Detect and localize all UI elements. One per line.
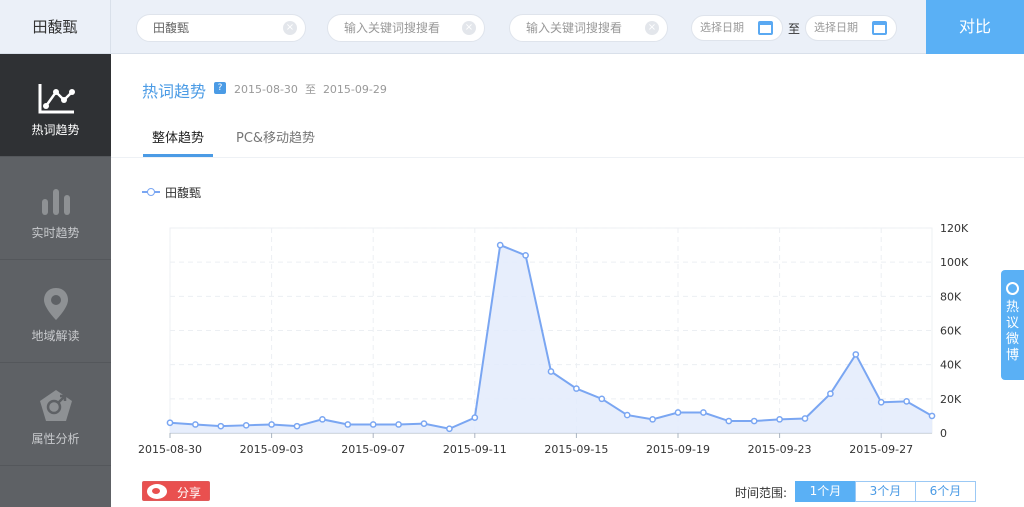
data-point	[293, 422, 301, 430]
y-tick-label: 100K	[940, 256, 969, 269]
data-point	[801, 415, 809, 422]
data-point	[928, 412, 936, 420]
data-point	[395, 421, 402, 428]
data-point	[471, 414, 479, 421]
y-tick-label: 0	[940, 427, 947, 440]
data-point	[446, 425, 453, 433]
time-range-label: 时间范围:	[735, 486, 788, 500]
data-point	[598, 395, 606, 403]
x-tick-label: 2015-09-07	[341, 443, 405, 456]
data-point	[573, 385, 580, 392]
x-tick-label: 2015-09-11	[443, 443, 507, 456]
y-tick-label: 40K	[940, 359, 962, 372]
data-point	[725, 417, 733, 425]
data-point	[319, 415, 326, 423]
data-point	[623, 411, 631, 419]
share-button[interactable]: 分享	[142, 481, 210, 501]
range-1-month-button[interactable]: 1个月	[795, 481, 856, 502]
data-point	[827, 390, 834, 398]
data-point	[674, 409, 682, 416]
share-label: 分享	[177, 486, 202, 500]
y-tick-label: 20K	[940, 393, 962, 406]
data-point	[496, 241, 504, 249]
y-tick-label: 120K	[940, 222, 969, 235]
data-point	[522, 251, 529, 259]
data-point	[242, 421, 250, 429]
x-tick-label: 2015-09-27	[849, 443, 913, 456]
range-6-month-button[interactable]: 6个月	[915, 481, 976, 502]
data-point	[268, 421, 275, 428]
data-point	[547, 368, 555, 375]
data-point	[750, 417, 758, 425]
data-point	[166, 419, 174, 427]
hot-weibo-tab[interactable]: 热议微博	[1001, 270, 1024, 380]
y-tick-label: 80K	[940, 290, 962, 303]
x-tick-label: 2015-09-23	[748, 443, 812, 456]
data-point	[369, 421, 377, 428]
x-tick-label: 2015-09-19	[646, 443, 710, 456]
data-point	[903, 398, 910, 405]
data-point	[344, 421, 352, 428]
y-tick-label: 60K	[940, 325, 962, 338]
data-point	[420, 420, 428, 427]
weibo-icon	[147, 484, 167, 499]
data-point	[776, 415, 783, 423]
x-tick-label: 2015-09-15	[544, 443, 608, 456]
data-point	[649, 415, 656, 423]
hot-weibo-label: 热议微博	[1006, 300, 1020, 363]
trend-chart: 0 20K 40K 60K 80K 100K 120K 2015-08-30 2015-09-0…	[138, 222, 969, 456]
data-point	[852, 351, 860, 358]
arrow-circle-icon	[1006, 282, 1019, 295]
x-tick-label: 2015-09-03	[240, 443, 304, 456]
x-tick-label: 2015-08-30	[138, 443, 202, 456]
data-point	[217, 422, 225, 430]
range-3-month-button[interactable]: 3个月	[855, 481, 916, 502]
data-point	[192, 421, 199, 428]
data-point	[877, 398, 885, 406]
data-point	[700, 409, 707, 416]
